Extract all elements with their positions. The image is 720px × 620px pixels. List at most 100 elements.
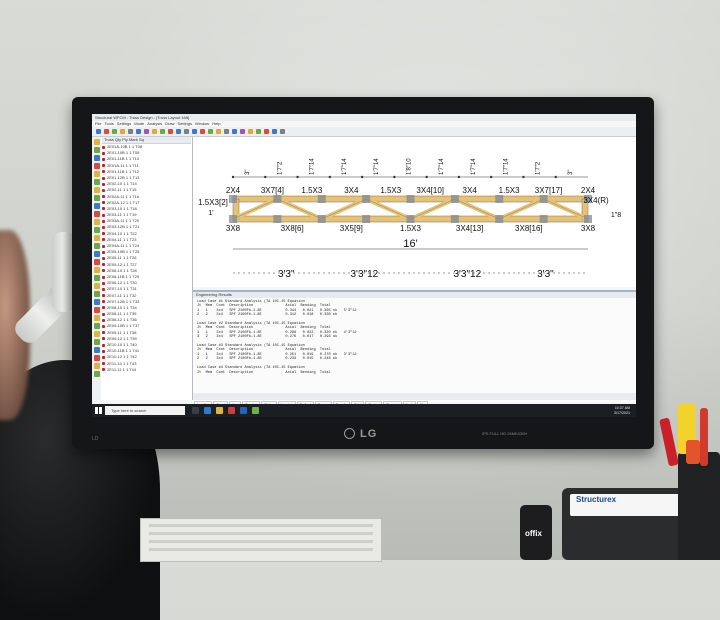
toolbar-button-icon[interactable] <box>216 129 221 134</box>
toolbar-button-icon[interactable] <box>264 129 269 134</box>
side-tool-icon[interactable] <box>93 363 100 369</box>
side-tool-icon[interactable] <box>93 139 100 145</box>
truss-item-label: 2E06-11B 1 1 T29 <box>107 273 140 279</box>
toolbar-button-icon[interactable] <box>232 129 237 134</box>
menu-item[interactable]: Help <box>212 121 220 126</box>
side-tool-icon[interactable] <box>93 355 100 361</box>
toolbar-button-icon[interactable] <box>256 129 261 134</box>
toolbar-button-icon[interactable] <box>96 129 101 134</box>
top-dimension-label: 3" <box>568 170 574 175</box>
bottom-plate <box>406 215 415 223</box>
toolbar-button-icon[interactable] <box>136 129 141 134</box>
truss-item-icon <box>102 269 105 273</box>
menu-item[interactable]: Mode <box>134 121 144 126</box>
toolbar-button-icon[interactable] <box>280 129 285 134</box>
truss-item-icon <box>102 318 105 322</box>
toolbar-button-icon[interactable] <box>208 129 213 134</box>
menu-item[interactable]: Window <box>195 121 209 126</box>
side-tool-icon[interactable] <box>93 187 100 193</box>
toolbar-button-icon[interactable] <box>128 129 133 134</box>
side-tool-icon[interactable] <box>93 315 100 321</box>
truss-item-icon <box>102 238 105 242</box>
toolbar-button-icon[interactable] <box>224 129 229 134</box>
menu-item[interactable]: Settings <box>178 121 192 126</box>
truss-list-item[interactable]: 2E11-11 1 1 T44 <box>102 367 191 373</box>
explorer-icon[interactable] <box>216 407 223 414</box>
outlook-icon[interactable] <box>240 407 247 414</box>
bottom-plate <box>495 215 504 223</box>
side-tool-icon[interactable] <box>93 155 100 161</box>
side-tool-icon[interactable] <box>93 251 100 257</box>
side-tool-icon[interactable] <box>93 267 100 273</box>
truss-item-icon <box>102 213 105 217</box>
toolbar-button-icon[interactable] <box>200 129 205 134</box>
menu-item[interactable]: Settings <box>117 121 131 126</box>
menu-item[interactable]: Tools <box>104 121 113 126</box>
truss-app-icon[interactable] <box>252 407 259 414</box>
right-height-label: 1"8 <box>611 212 621 219</box>
side-tool-icon[interactable] <box>93 147 100 153</box>
side-tool-icon[interactable] <box>93 219 100 225</box>
toolbar-button-icon[interactable] <box>192 129 197 134</box>
truss-item-label: 2E09-10B 1 1 T37 <box>107 323 140 329</box>
dimension-tick <box>231 175 235 179</box>
toolbar-button-icon[interactable] <box>112 129 117 134</box>
toolbar-button-icon[interactable] <box>144 129 149 134</box>
clock-time: 10:37 AM <box>614 406 630 410</box>
side-tool-icon[interactable] <box>93 179 100 185</box>
side-tool-icon[interactable] <box>93 275 100 281</box>
toolbar-button-icon[interactable] <box>240 129 245 134</box>
top-plate <box>273 195 282 203</box>
side-tool-icon[interactable] <box>93 347 100 353</box>
windows-start-icon[interactable] <box>95 407 102 414</box>
side-tool-icon[interactable] <box>93 283 100 289</box>
side-tool-icon[interactable] <box>93 291 100 297</box>
toolbar-button-icon[interactable] <box>176 129 181 134</box>
side-tool-icon[interactable] <box>93 323 100 329</box>
side-tool-icon[interactable] <box>93 211 100 217</box>
app-icon[interactable] <box>228 407 235 414</box>
side-tool-icon[interactable] <box>93 227 100 233</box>
toolbar-button-icon[interactable] <box>248 129 253 134</box>
side-tool-icon[interactable] <box>93 307 100 313</box>
side-tool-icon[interactable] <box>93 243 100 249</box>
taskbar-search-input[interactable]: Type here to search <box>105 406 185 415</box>
side-tool-icon[interactable] <box>93 171 100 177</box>
menu-item[interactable]: File <box>95 121 101 126</box>
task-view-icon[interactable] <box>192 407 199 414</box>
side-tool-icon[interactable] <box>93 235 100 241</box>
side-tool-icon[interactable] <box>93 259 100 265</box>
toolbar-button-icon[interactable] <box>272 129 277 134</box>
side-tool-icon[interactable] <box>93 371 100 377</box>
truss-item-icon <box>102 343 105 347</box>
toolbar-button-icon[interactable] <box>160 129 165 134</box>
toolbar-button-icon[interactable] <box>168 129 173 134</box>
top-plate-label: 1.5X3 <box>380 186 401 195</box>
dimension-tick <box>522 175 525 179</box>
edge-icon[interactable] <box>204 407 211 414</box>
right-plate-label: 3X4(R) <box>583 196 609 205</box>
side-tool-icon[interactable] <box>93 299 100 305</box>
menu-item[interactable]: Draw <box>165 121 174 126</box>
menu-item[interactable]: Analysis <box>147 121 162 126</box>
orange-marker <box>686 440 700 464</box>
toolbar-button-icon[interactable] <box>104 129 109 134</box>
monitor-left-logo: LD <box>92 436 99 442</box>
toolbar-button-icon[interactable] <box>152 129 157 134</box>
truss-drawing[interactable]: 3" 1'7"2 1'7"14 1'7"14 1'7"14 1'8"10 1'7"14 1'7… <box>193 137 636 287</box>
toolbar-button-icon[interactable] <box>184 129 189 134</box>
side-tool-icon[interactable] <box>93 339 100 345</box>
top-plate <box>229 195 237 203</box>
side-tool-icon[interactable] <box>93 195 100 201</box>
toolbar-button-icon[interactable] <box>120 129 125 134</box>
taskbar: Type here to search 10:37 AM 3/17/2021 <box>92 404 636 417</box>
side-tool-icon[interactable] <box>93 163 100 169</box>
bottom-plate <box>539 215 548 223</box>
top-dimension-label: 1'8"10 <box>407 158 413 175</box>
side-tool-icon[interactable] <box>93 203 100 209</box>
side-tool-icon[interactable] <box>93 331 100 337</box>
taskbar-clock[interactable]: 10:37 AM 3/17/2021 <box>614 406 630 415</box>
bottom-plate <box>229 215 237 223</box>
truss-item-label: 2E03-11 1 1 T19 <box>107 212 137 218</box>
top-plate <box>450 195 459 203</box>
